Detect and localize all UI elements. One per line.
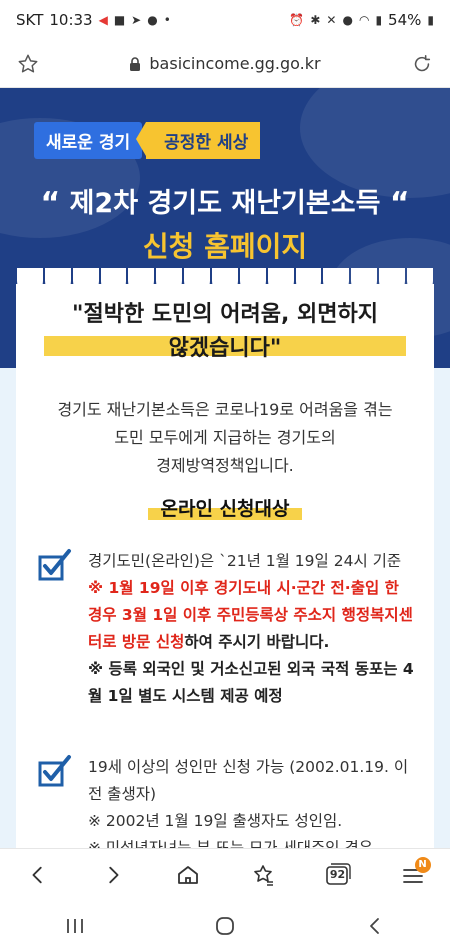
forward-button[interactable] — [93, 855, 133, 895]
browser-toolbar: 92 N — [0, 848, 450, 900]
cloud-decoration — [300, 88, 450, 198]
list-item-text: 경기도민(온라인)은 `21년 1월 19일 24시 기준 ※ 1월 19일 이… — [88, 548, 418, 710]
home-icon — [177, 865, 198, 884]
home-circle-icon — [216, 916, 234, 935]
carrier-label: SKT — [16, 11, 44, 29]
signal-icon: ▮ — [375, 13, 383, 27]
open-quote: “ — [40, 186, 61, 221]
more-dot-icon: • — [163, 13, 171, 27]
star-icon — [18, 54, 38, 73]
battery-icon: ▮ — [427, 13, 434, 27]
intro-text: 경기도 재난기본소득은 코로나19로 어려움을 겪는 도민 모두에게 지급하는 … — [36, 396, 414, 480]
item1-line1: 경기도민(온라인)은 `21년 1월 19일 24시 기준 — [88, 552, 402, 570]
notification-badge: N — [414, 856, 431, 873]
hero-title: “ 제2차 경기도 재난기본소득 “ — [0, 186, 450, 222]
mute-icon: ✕ — [326, 13, 337, 27]
alarm-icon: ⏰ — [289, 13, 305, 27]
slogan-line1: "절박한 도민의 어려움, 외면하지 — [72, 302, 378, 327]
recent-apps-icon — [67, 918, 83, 933]
chevron-right-icon — [108, 866, 118, 883]
checkbox-check-icon — [38, 549, 71, 581]
item2-line1: 19세 이상의 성인만 신청 가능 (2002.01.19. 이전 출생자) — [88, 758, 409, 803]
list-item-text: 19세 이상의 성인만 신청 가능 (2002.01.19. 이전 출생자) ※… — [88, 754, 418, 848]
reload-button[interactable] — [394, 53, 450, 75]
telegram-icon: ➤ — [131, 13, 142, 27]
chevron-left-icon — [31, 866, 42, 883]
bookmark-star-button[interactable] — [0, 53, 56, 75]
home-button[interactable] — [168, 855, 208, 895]
status-bar: SKT 10:33 ◀ ■ ➤ ● • ⏰ ✱ ✕ ● ◠ ▮ 54% ▮ — [0, 0, 450, 40]
section-title-text: 온라인 신청대상 — [160, 498, 290, 520]
reload-icon — [414, 54, 431, 71]
item2-line3: ※ 미성년자녀는 부 또는 모가 세대주인 경우 — [88, 839, 373, 848]
address-bar: basicincome.gg.go.kr — [0, 40, 450, 88]
slogan-line2: 않겠습니다" — [168, 336, 282, 361]
talk-icon: ● — [147, 13, 158, 27]
url-field[interactable]: basicincome.gg.go.kr — [56, 54, 394, 73]
megaphone-icon: ◀ — [98, 13, 108, 27]
system-home-button[interactable] — [205, 906, 245, 946]
wifi-icon: ◠ — [358, 13, 370, 27]
item1-note: ※ 등록 외국인 및 거소신고된 외국 국적 동포는 4월 1일 별도 시스템 … — [88, 660, 414, 705]
item1-warning-suffix: 하여 주시기 바랍니다. — [184, 633, 330, 651]
menu-button[interactable]: N — [393, 855, 433, 895]
lock-icon — [130, 56, 141, 71]
intro-line2: 도민 모두에게 지급하는 경기도의 — [114, 428, 336, 447]
battery-percent: 54% — [388, 11, 422, 29]
tabs-button[interactable]: 92 — [318, 855, 358, 895]
badge-new-gyeonggi: 새로운 경기 — [34, 122, 143, 159]
system-nav-bar — [0, 900, 450, 951]
badge-fair-world: 공정한 세상 — [136, 122, 261, 159]
checkbox-check-icon — [38, 755, 71, 787]
back-chevron-icon — [370, 917, 379, 934]
online-target-card: 온라인 신청대상 경기도민(온라인)은 `21년 1월 19일 24시 기준 ※… — [16, 476, 434, 848]
hero-subtitle: 신청 홈페이지 — [142, 230, 308, 263]
section-title: 온라인 신청대상 — [16, 494, 434, 521]
close-quote: “ — [389, 186, 410, 221]
location-icon: ● — [342, 13, 353, 27]
web-content[interactable]: 새로운 경기 공정한 세상 “ 제2차 경기도 재난기본소득 “ 신청 홈페이지… — [0, 88, 450, 848]
status-time: 10:33 — [49, 11, 93, 29]
bluetooth-icon: ✱ — [310, 13, 321, 27]
back-button[interactable] — [18, 855, 58, 895]
list-item: 19세 이상의 성인만 신청 가능 (2002.01.19. 이전 출생자) ※… — [38, 754, 418, 848]
tab-count: 92 — [329, 867, 346, 881]
url-text: basicincome.gg.go.kr — [149, 54, 321, 73]
message-icon: ■ — [113, 13, 126, 27]
recent-apps-button[interactable] — [55, 906, 95, 946]
slogan: "절박한 도민의 어려움, 외면하지 않겠습니다" — [16, 298, 434, 366]
bookmarks-button[interactable] — [243, 855, 283, 895]
system-back-button[interactable] — [355, 906, 395, 946]
hero-title-text: 제2차 경기도 재난기본소득 — [69, 188, 381, 219]
intro-line1: 경기도 재난기본소득은 코로나19로 어려움을 겪는 — [57, 400, 393, 419]
hero-badges: 새로운 경기 공정한 세상 — [34, 122, 261, 159]
bookmark-star-list-icon — [253, 864, 273, 886]
item2-line2: ※ 2002년 1월 19일 출생자도 성인임. — [88, 812, 343, 830]
list-item: 경기도민(온라인)은 `21년 1월 19일 24시 기준 ※ 1월 19일 이… — [38, 548, 418, 748]
